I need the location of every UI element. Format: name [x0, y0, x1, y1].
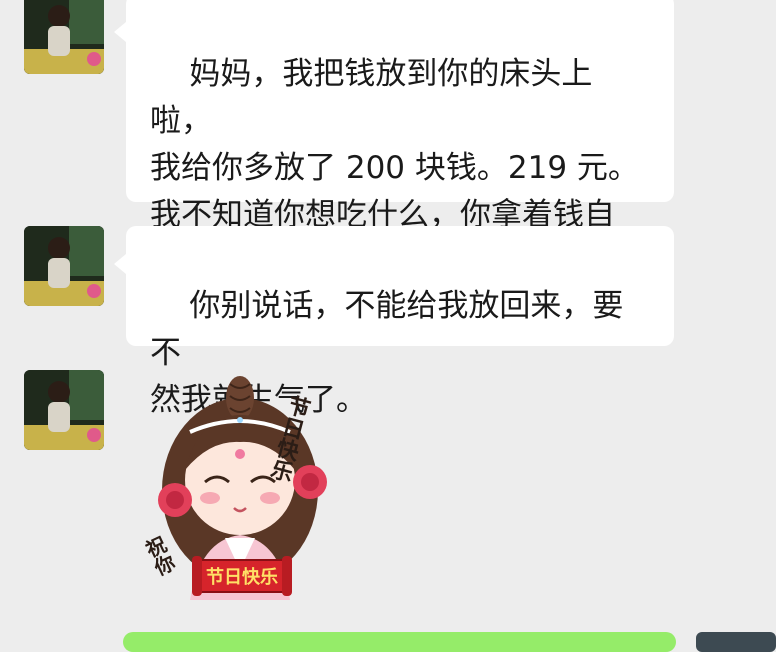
- festival-girl-sticker[interactable]: 节日快乐 节日快乐 祝你: [130, 370, 370, 610]
- sent-message-bubble[interactable]: [123, 632, 676, 652]
- contact-avatar[interactable]: [24, 370, 104, 450]
- message-bubble[interactable]: 你别说话，不能给我放回来，要不 然我就生气了。: [114, 226, 674, 418]
- contact-avatar[interactable]: [24, 0, 104, 74]
- sticker-side-text-left: 祝你: [139, 532, 178, 580]
- message-bubble[interactable]: 妈妈，我把钱放到你的床头上啦， 我给你多放了 200 块钱。219 元。 我不知…: [114, 0, 674, 280]
- self-avatar[interactable]: [696, 632, 776, 652]
- contact-avatar[interactable]: [24, 226, 104, 306]
- sticker-banner-text: 节日快乐: [206, 566, 278, 588]
